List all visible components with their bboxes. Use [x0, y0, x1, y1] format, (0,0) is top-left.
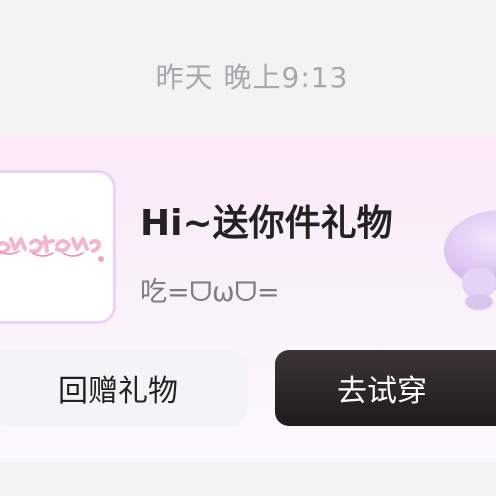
gift-thumbnail[interactable] [0, 170, 116, 324]
gift-card-title: Hi~送你件礼物 [140, 203, 393, 244]
gift-sticker-icon [0, 173, 113, 321]
try-on-button[interactable]: 去试穿 [275, 350, 496, 426]
purple-mushroom-decoration-icon [444, 210, 496, 310]
message-timestamp: 昨天 晚上9:13 [155, 61, 349, 94]
return-gift-button[interactable]: 回赠礼物 [0, 350, 246, 426]
chat-screen: 昨天 晚上9:13 Hi~送你件礼物 吃=ᗜωᗜ= 回赠礼物 去试穿 [0, 0, 496, 496]
chat-background [0, 462, 496, 496]
gift-card-subtitle: 吃=ᗜωᗜ= [140, 277, 280, 308]
